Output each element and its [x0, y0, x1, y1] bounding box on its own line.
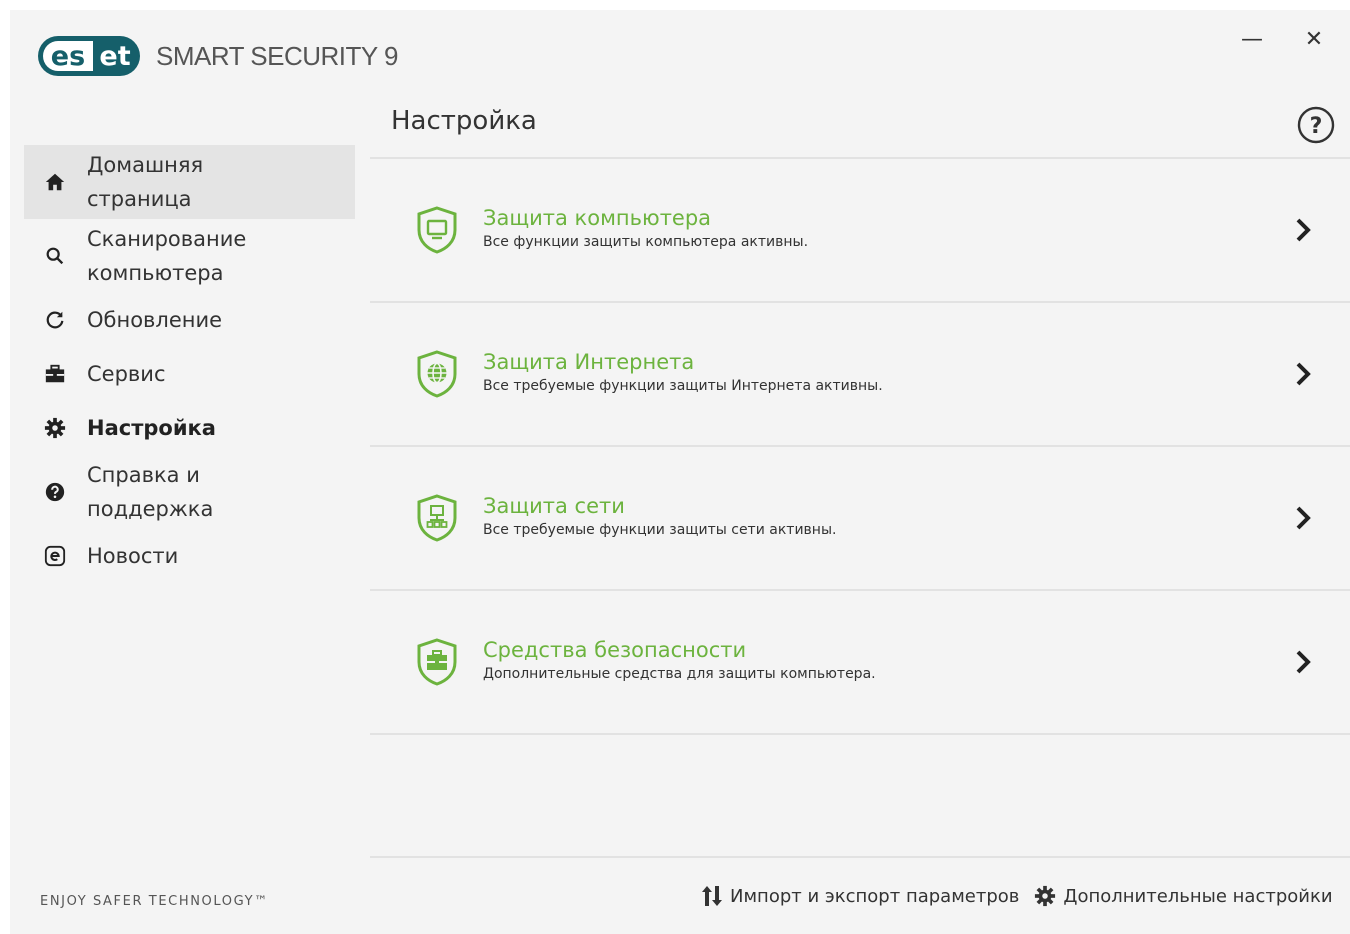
- gear-icon: [43, 416, 67, 440]
- sidebar-item-setup[interactable]: Настройка: [24, 401, 355, 455]
- section-texts: Средства безопасности Дополнительные сре…: [483, 636, 876, 682]
- sidebar-item-help[interactable]: Справка и поддержка: [24, 455, 355, 529]
- sidebar: Домашняя страница Сканирование компьютер…: [24, 145, 355, 583]
- computer-shield-icon: [417, 206, 457, 254]
- setup-sections: Защита компьютера Все функции защиты ком…: [370, 157, 1350, 735]
- minimize-button[interactable]: —: [1235, 24, 1269, 54]
- svg-text:?: ?: [1310, 114, 1323, 139]
- sidebar-item-label: Сканирование компьютера: [87, 227, 247, 285]
- eset-logo: es et SMART SECURITY 9: [38, 36, 398, 76]
- sidebar-item-label: Домашняя страница: [87, 153, 204, 211]
- chevron-right-icon[interactable]: [1288, 359, 1318, 389]
- chevron-right-icon[interactable]: [1288, 503, 1318, 533]
- divider: [370, 733, 1350, 735]
- section-description: Все функции защиты компьютера активны.: [483, 234, 809, 250]
- home-icon: [43, 170, 67, 194]
- network-shield-icon: [417, 494, 457, 542]
- close-icon: ✕: [1304, 26, 1324, 52]
- section-texts: Защита Интернета Все требуемые функции з…: [483, 348, 883, 394]
- section-title[interactable]: Средства безопасности: [483, 636, 876, 664]
- sidebar-item-label: Новости: [87, 544, 179, 568]
- import-export-label: Импорт и экспорт параметров: [730, 885, 1020, 907]
- sidebar-item-label: Обновление: [87, 308, 223, 332]
- toolbox-icon: [43, 362, 67, 386]
- import-export-icon: [700, 884, 724, 908]
- logo-text-et: et: [99, 40, 131, 72]
- logo-text-es: es: [43, 41, 93, 71]
- app-window: es et SMART SECURITY 9 — ✕ Домашняя стра…: [10, 10, 1350, 934]
- section-computer-protection[interactable]: Защита компьютера Все функции защиты ком…: [370, 159, 1350, 301]
- import-export-link[interactable]: Импорт и экспорт параметров: [700, 884, 1019, 908]
- section-title[interactable]: Защита сети: [483, 492, 836, 520]
- sidebar-item-home[interactable]: Домашняя страница: [24, 145, 355, 219]
- help-icon: [43, 480, 67, 504]
- section-title[interactable]: Защита компьютера: [483, 204, 808, 232]
- section-texts: Защита сети Все требуемые функции защиты…: [483, 492, 836, 538]
- section-security-tools[interactable]: Средства безопасности Дополнительные сре…: [370, 591, 1350, 733]
- section-internet-protection[interactable]: Защита Интернета Все требуемые функции з…: [370, 303, 1350, 445]
- minimize-icon: —: [1241, 26, 1263, 52]
- sidebar-item-update[interactable]: Обновление: [24, 293, 355, 347]
- help-button[interactable]: ?: [1296, 105, 1336, 145]
- section-description: Дополнительные средства для защиты компь…: [483, 666, 876, 682]
- section-texts: Защита компьютера Все функции защиты ком…: [483, 204, 808, 250]
- close-button[interactable]: ✕: [1297, 24, 1331, 54]
- section-description: Все требуемые функции защиты Интернета а…: [483, 378, 883, 394]
- question-circle-icon: ?: [1297, 106, 1335, 144]
- sidebar-item-tools[interactable]: Сервис: [24, 347, 355, 401]
- advanced-settings-label: Дополнительные настройки: [1063, 885, 1333, 907]
- section-description: Все требуемые функции защиты сети активн…: [483, 522, 837, 538]
- chevron-right-icon[interactable]: [1288, 647, 1318, 677]
- sidebar-item-label: Настройка: [87, 416, 216, 440]
- sidebar-item-scan[interactable]: Сканирование компьютера: [24, 219, 355, 293]
- toolbox-shield-icon: [417, 638, 457, 686]
- sidebar-item-news[interactable]: Новости: [24, 529, 355, 583]
- tagline: ENJOY SAFER TECHNOLOGY™: [40, 894, 269, 909]
- section-network-protection[interactable]: Защита сети Все требуемые функции защиты…: [370, 447, 1350, 589]
- product-name: SMART SECURITY 9: [156, 40, 398, 71]
- news-icon: [43, 544, 67, 568]
- page-title: Настройка: [391, 106, 537, 136]
- footer-links: Импорт и экспорт параметров Дополнительн…: [700, 884, 1333, 908]
- sidebar-item-label: Справка и поддержка: [87, 463, 214, 521]
- refresh-icon: [43, 308, 67, 332]
- logo-badge: es et: [38, 36, 140, 76]
- gear-icon: [1033, 884, 1057, 908]
- sidebar-item-label: Сервис: [87, 362, 166, 386]
- globe-shield-icon: [417, 350, 457, 398]
- footer-divider: [370, 856, 1350, 858]
- advanced-settings-link[interactable]: Дополнительные настройки: [1033, 884, 1333, 908]
- chevron-right-icon[interactable]: [1288, 215, 1318, 245]
- section-title[interactable]: Защита Интернета: [483, 348, 883, 376]
- search-icon: [43, 244, 67, 268]
